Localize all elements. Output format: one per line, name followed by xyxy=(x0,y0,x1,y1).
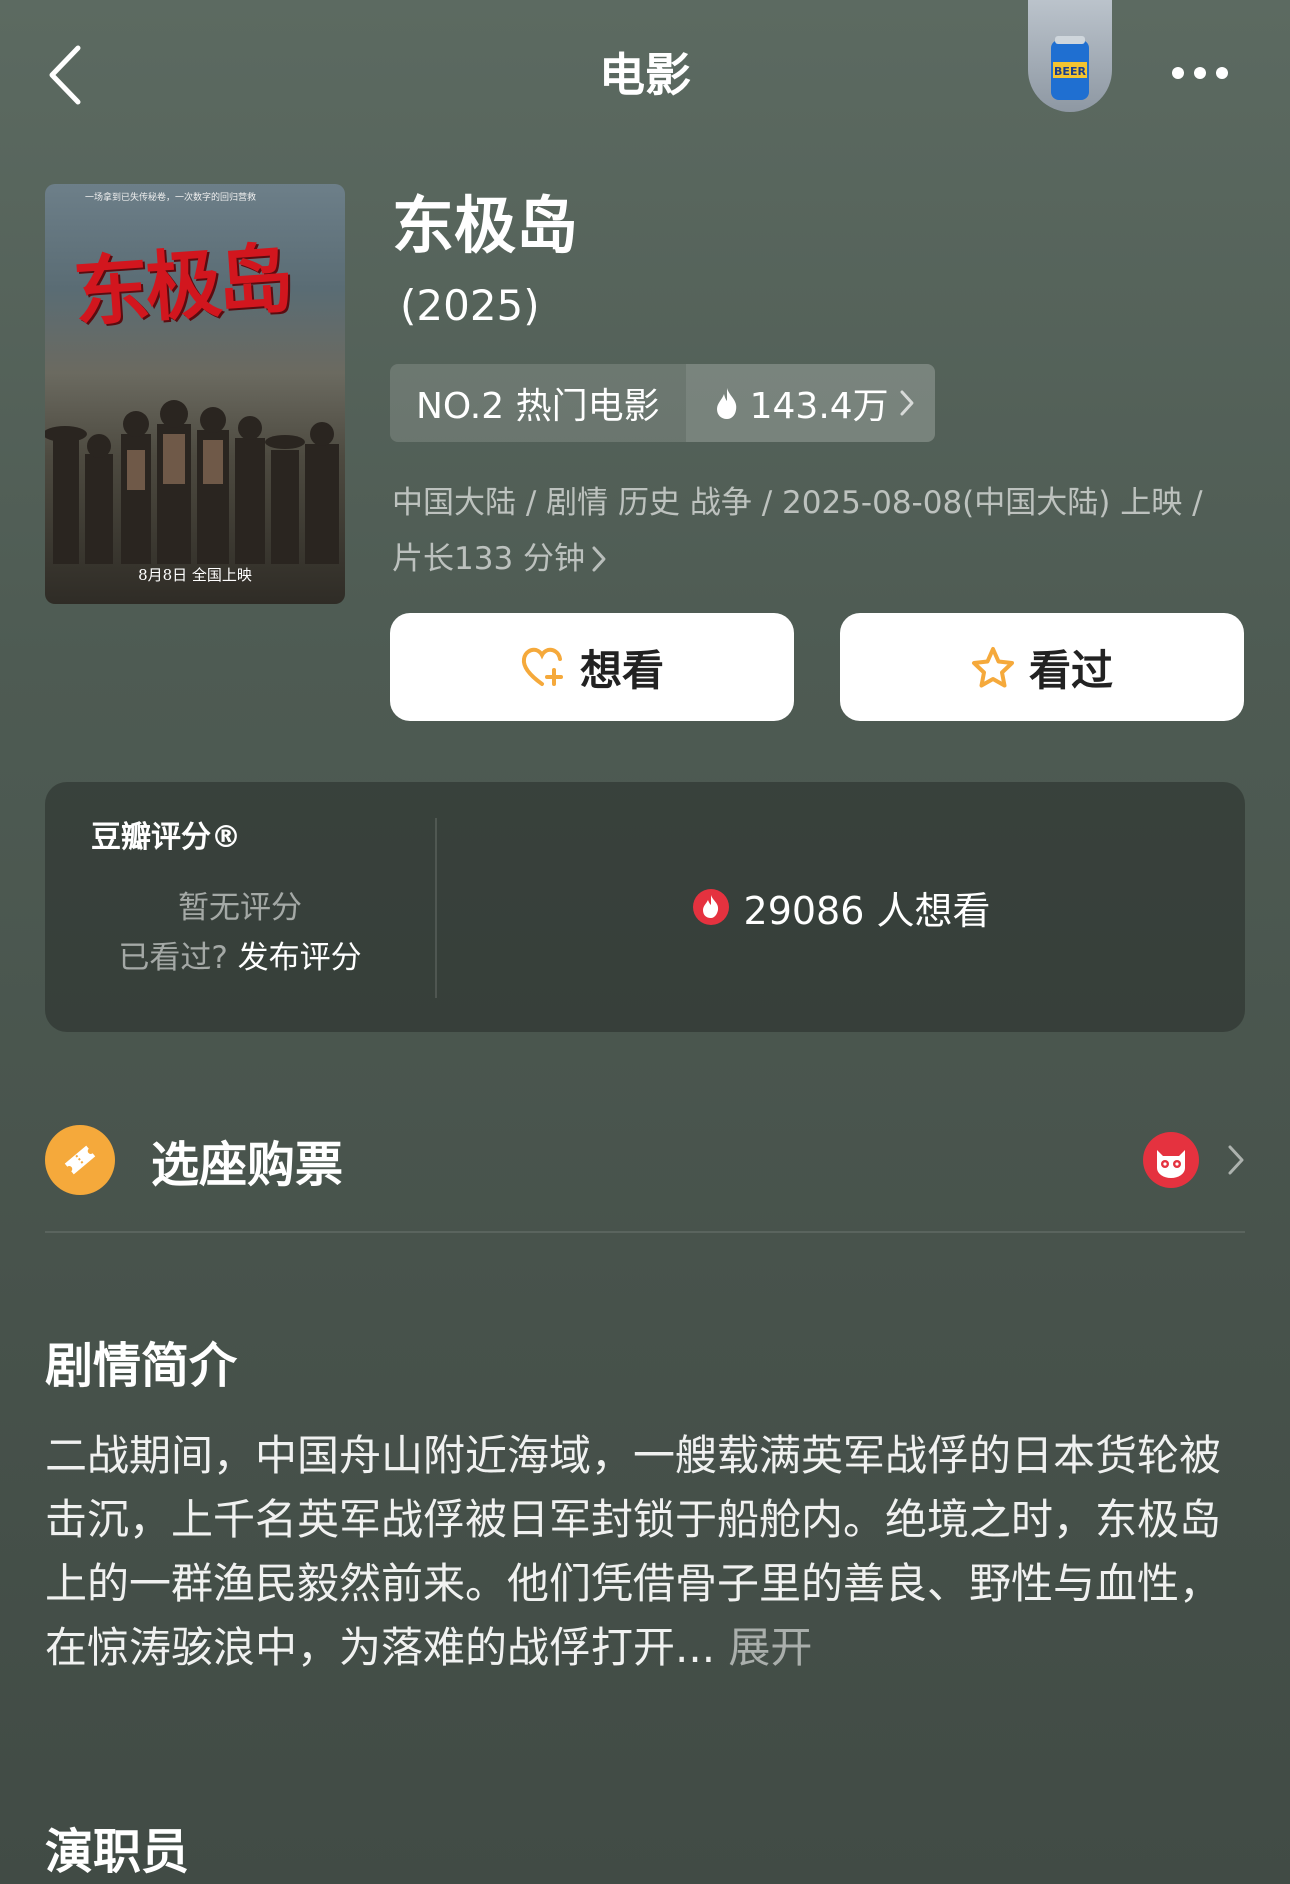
dot xyxy=(1194,67,1206,79)
cast-heading: 演职员 xyxy=(45,1824,190,1880)
want-to-watch-button[interactable]: 想看 xyxy=(390,613,794,721)
synopsis-text: 二战期间，中国舟山附近海域，一艘载满英军战俘的日本货轮被击沉，上千名英军战俘被日… xyxy=(45,1424,1245,1680)
rate-prompt: 已看过? 发布评分 xyxy=(45,932,435,977)
buy-ticket-row[interactable]: 选座购票 xyxy=(45,1110,1245,1210)
want-count-text: 29086 人想看 xyxy=(743,888,991,933)
watched-button[interactable]: 看过 xyxy=(840,613,1244,721)
ticket-icon xyxy=(45,1125,115,1195)
movie-meta-line-1: 中国大陆 / 剧情 历史 战争 / 2025-08-08(中国大陆) 上映 / xyxy=(392,485,1203,521)
chevron-right-icon xyxy=(592,546,606,572)
beer-can-icon: BEER xyxy=(1051,36,1089,100)
chevron-right-icon xyxy=(1228,1145,1244,1175)
cat-eye-logo-icon xyxy=(1143,1132,1199,1188)
ticket-provider[interactable] xyxy=(1143,1132,1245,1188)
poster-title: 东极岛 xyxy=(70,233,293,338)
more-button[interactable] xyxy=(1160,48,1240,98)
movie-duration: 片长133 分钟 xyxy=(392,541,586,577)
can-label: BEER xyxy=(1054,65,1086,78)
heat-section[interactable]: 143.4万 xyxy=(685,364,935,442)
synopsis-heading: 剧情简介 xyxy=(45,1338,238,1394)
poster-release-date: 8月8日 全国上映 xyxy=(138,566,252,584)
rank-label: NO.2 热门电影 xyxy=(390,364,686,442)
dot xyxy=(1172,67,1184,79)
synopsis-body: 二战期间，中国舟山附近海域，一艘载满英军战俘的日本货轮被击沉，上千名英军战俘被日… xyxy=(45,1431,1222,1672)
seen-label: 看过 xyxy=(1028,645,1113,695)
poster-figures-illustration xyxy=(45,400,339,564)
flame-icon xyxy=(716,388,736,419)
want-count[interactable]: 29086 人想看 xyxy=(437,782,1245,1032)
section-divider xyxy=(45,1231,1245,1233)
movie-meta-line-2[interactable]: 片长133 分钟 xyxy=(392,536,607,582)
seen-question: 已看过? xyxy=(118,940,228,976)
heart-plus-icon xyxy=(521,647,563,686)
chevron-right-icon xyxy=(900,390,914,416)
douban-rating-label: 豆瓣评分® xyxy=(91,820,241,855)
beer-can-badge[interactable]: BEER xyxy=(1028,0,1112,112)
movie-poster[interactable]: 一场拿到已失传秘卷，一次数字的回归营救 东极岛 8月8日 全国上映 xyxy=(45,184,345,604)
heat-value: 143.4万 xyxy=(749,386,889,427)
want-label: 想看 xyxy=(579,645,664,695)
rating-card: 豆瓣评分® 暂无评分 已看过? 发布评分 29086 人想看 xyxy=(45,782,1245,1032)
hot-flame-icon xyxy=(692,889,729,925)
dot xyxy=(1216,67,1228,79)
buy-ticket-label: 选座购票 xyxy=(151,1137,344,1193)
ranking-chip[interactable]: NO.2 热门电影 143.4万 xyxy=(390,364,935,442)
movie-title: 东极岛 xyxy=(392,189,579,262)
movie-year: (2025) xyxy=(400,281,540,330)
expand-link[interactable]: 展开 xyxy=(728,1623,812,1672)
publish-rating-link[interactable]: 发布评分 xyxy=(238,940,362,976)
no-rating-text: 暂无评分 xyxy=(178,890,302,926)
star-icon xyxy=(971,647,1014,688)
poster-tagline: 一场拿到已失传秘卷，一次数字的回归营救 xyxy=(85,193,257,203)
